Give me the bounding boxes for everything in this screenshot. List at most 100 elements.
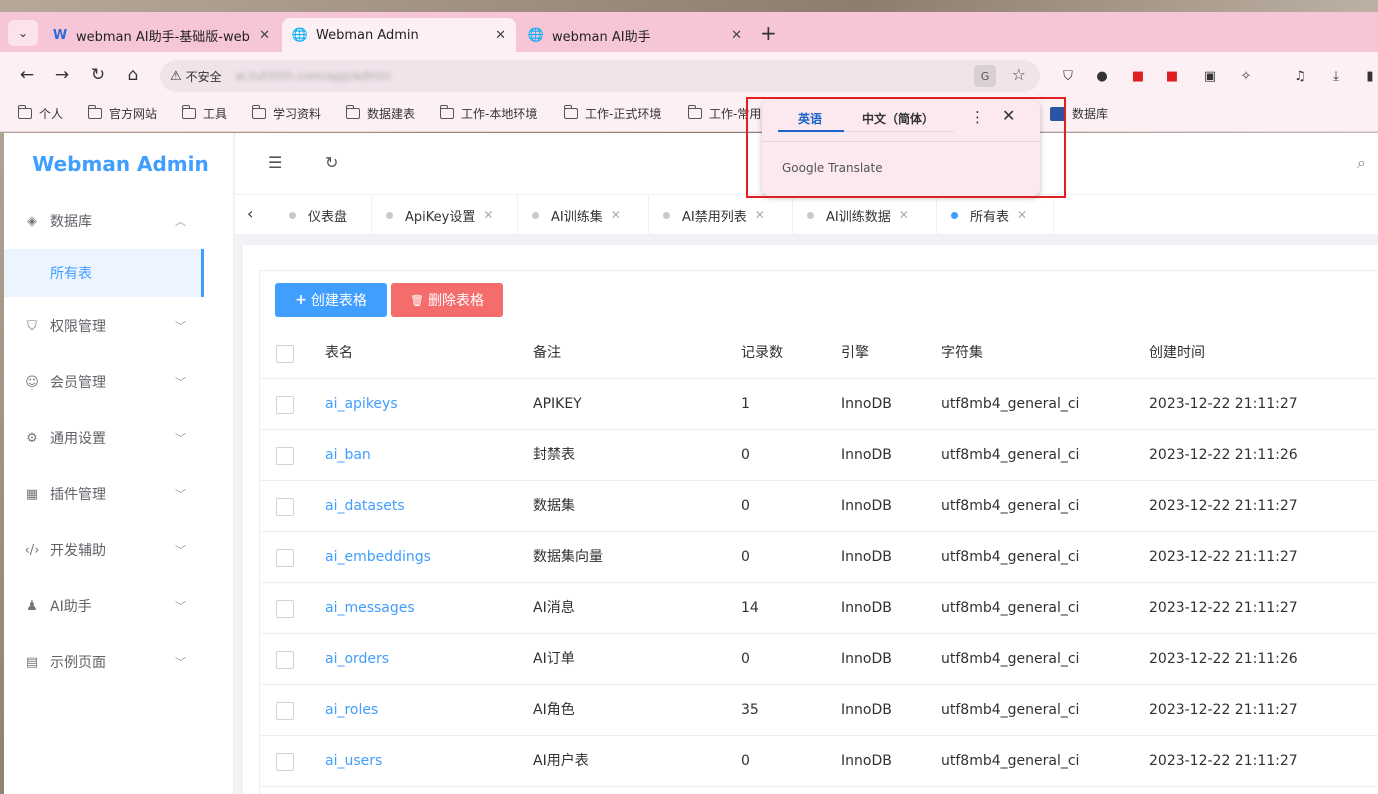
bitwarden-icon[interactable]: ⛉ — [1058, 66, 1078, 86]
tab-search-button[interactable]: ⌄ — [8, 20, 38, 46]
sidebar-item-dev-tools[interactable]: ‹/› 开发辅助 ﹀ — [4, 526, 234, 574]
bookmark-item[interactable]: 数据建表 — [345, 105, 415, 122]
bookmark-item[interactable]: 个人 — [17, 105, 63, 122]
table-name-link[interactable]: ai_users — [325, 736, 382, 787]
refresh-icon[interactable]: ↻ — [325, 153, 338, 172]
app-logo[interactable]: Webman Admin — [4, 133, 233, 195]
table-row: ai_orders AI订单 0 InnoDB utf8mb4_general_… — [260, 634, 1378, 685]
folder-icon — [345, 105, 360, 119]
select-all-checkbox[interactable] — [276, 345, 294, 363]
tab-ai-training-data[interactable]: AI训练数据 ✕ — [793, 195, 937, 235]
close-icon[interactable]: ✕ — [731, 28, 742, 43]
row-checkbox[interactable] — [276, 447, 294, 465]
table-name-link[interactable]: ai_roles — [325, 685, 378, 736]
close-icon[interactable]: ✕ — [259, 28, 270, 43]
sidebar-subitem-all-tables[interactable]: 所有表 — [4, 249, 204, 297]
row-checkbox[interactable] — [276, 498, 294, 516]
chevron-up-icon: ︿ — [175, 215, 186, 228]
table-row: ai_ban 封禁表 0 InnoDB utf8mb4_general_ci 2… — [260, 430, 1378, 481]
row-checkbox[interactable] — [276, 396, 294, 414]
back-icon[interactable]: ← — [16, 64, 38, 86]
tab-ai-training-set[interactable]: AI训练集 ✕ — [518, 195, 649, 235]
star-icon[interactable]: ☆ — [1012, 65, 1026, 84]
new-tab-button[interactable]: + — [760, 22, 777, 44]
address-bar[interactable]: ⚠ 不安全 ai.tuhhhh.com/app/admin G ☆ — [160, 60, 1040, 92]
fe-extension-icon[interactable]: ■ — [1128, 66, 1148, 86]
table-name-link[interactable]: ai_apikeys — [325, 379, 398, 430]
sidepanel-icon[interactable]: ▮ — [1360, 66, 1378, 86]
column-header[interactable]: 记录数 — [741, 328, 783, 379]
row-checkbox[interactable] — [276, 753, 294, 771]
engine: InnoDB — [841, 549, 892, 565]
media-icon[interactable]: ♫ — [1290, 66, 1310, 86]
table-name-link[interactable]: ai_datasets — [325, 481, 405, 532]
extension-icon[interactable]: ▣ — [1200, 66, 1220, 86]
extension-icon[interactable]: ■ — [1162, 66, 1182, 86]
table-name-link[interactable]: ai_messages — [325, 583, 415, 634]
globe-icon: 🌐 — [527, 27, 545, 43]
cookie-icon[interactable]: ● — [1092, 66, 1112, 86]
charset: utf8mb4_general_ci — [941, 447, 1080, 463]
column-header[interactable]: 表名 — [325, 328, 353, 379]
url-text[interactable]: ai.tuhhhh.com/app/admin — [236, 69, 391, 83]
close-icon[interactable]: ✕ — [755, 208, 765, 222]
puzzle-icon[interactable]: ✧ — [1236, 66, 1256, 86]
chevron-down-icon: ﹀ — [175, 320, 186, 333]
download-icon[interactable]: ⤓ — [1326, 66, 1346, 86]
record-count: 0 — [741, 447, 750, 463]
folder-icon — [17, 105, 32, 119]
table-comment: 数据集 — [533, 498, 575, 514]
chevron-left-icon[interactable]: ‹ — [247, 204, 253, 223]
bookmark-item[interactable]: 工作-本地环境 — [439, 105, 537, 122]
bookmark-item[interactable]: 工具 — [181, 105, 227, 122]
row-checkbox[interactable] — [276, 651, 294, 669]
delete-table-button[interactable]: 🗑 删除表格 — [391, 283, 503, 317]
sidebar-item-members[interactable]: ☺ 会员管理 ﹀ — [4, 358, 234, 406]
sidebar-item-plugins[interactable]: ▦ 插件管理 ﹀ — [4, 470, 234, 518]
menu-fold-icon[interactable]: ☰ — [268, 153, 282, 172]
translate-icon[interactable]: G — [974, 65, 996, 87]
tab-status-dot — [807, 211, 814, 219]
sidebar-item-settings[interactable]: ⚙ 通用设置 ﹀ — [4, 414, 234, 462]
tab-all-tables[interactable]: 所有表 ✕ — [937, 195, 1054, 235]
table-comment: AI用户表 — [533, 753, 589, 769]
close-icon[interactable]: ✕ — [611, 208, 621, 222]
close-icon[interactable]: ✕ — [899, 208, 909, 222]
close-icon[interactable]: ✕ — [1017, 208, 1027, 222]
warning-icon: ⚠ — [170, 68, 182, 84]
close-icon[interactable]: ✕ — [495, 28, 506, 43]
tab-dashboard[interactable]: 仪表盘 — [275, 195, 372, 235]
search-icon[interactable]: ⌕ — [1357, 153, 1366, 173]
browser-tab-2[interactable]: 🌐 Webman Admin ✕ — [282, 18, 516, 52]
column-header[interactable]: 创建时间 — [1149, 328, 1205, 379]
table-name-link[interactable]: ai_orders — [325, 634, 389, 685]
column-header[interactable]: 备注 — [533, 328, 561, 379]
bookmark-item[interactable]: 工作-正式环境 — [563, 105, 661, 122]
row-checkbox[interactable] — [276, 549, 294, 567]
grid-icon: ▦ — [25, 486, 39, 502]
tab-ai-ban-list[interactable]: AI禁用列表 ✕ — [649, 195, 793, 235]
sidebar-item-examples[interactable]: ▤ 示例页面 ﹀ — [4, 638, 234, 686]
bookmark-item[interactable]: 学习资料 — [251, 105, 321, 122]
home-icon[interactable]: ⌂ — [122, 64, 144, 86]
row-checkbox[interactable] — [276, 600, 294, 618]
charset: utf8mb4_general_ci — [941, 702, 1080, 718]
column-header[interactable]: 引擎 — [841, 328, 869, 379]
sidebar-item-database[interactable]: ◈ 数据库 ︿ — [4, 197, 234, 245]
tables-list: 表名 备注 记录数 引擎 字符集 创建时间 ai_apikeys APIKEY … — [260, 328, 1378, 787]
forward-icon[interactable]: → — [51, 64, 73, 86]
table-name-link[interactable]: ai_embeddings — [325, 532, 431, 583]
column-header[interactable]: 字符集 — [941, 328, 983, 379]
bookmark-item[interactable]: 官方网站 — [87, 105, 157, 122]
browser-tab-1[interactable]: W webman AI助手-基础版-webm ✕ — [42, 18, 280, 52]
sidebar-item-permissions[interactable]: ⛉ 权限管理 ﹀ — [4, 302, 234, 350]
row-checkbox[interactable] — [276, 702, 294, 720]
tab-apikey-settings[interactable]: ApiKey设置 ✕ — [372, 195, 518, 235]
close-icon[interactable]: ✕ — [483, 208, 493, 222]
create-table-button[interactable]: + 创建表格 — [275, 283, 387, 317]
table-row: ai_datasets 数据集 0 InnoDB utf8mb4_general… — [260, 481, 1378, 532]
reload-icon[interactable]: ↻ — [87, 64, 109, 86]
browser-tab-3[interactable]: 🌐 webman AI助手 ✕ — [518, 18, 752, 52]
sidebar-item-ai-assistant[interactable]: ♟ AI助手 ﹀ — [4, 582, 234, 630]
table-name-link[interactable]: ai_ban — [325, 430, 371, 481]
